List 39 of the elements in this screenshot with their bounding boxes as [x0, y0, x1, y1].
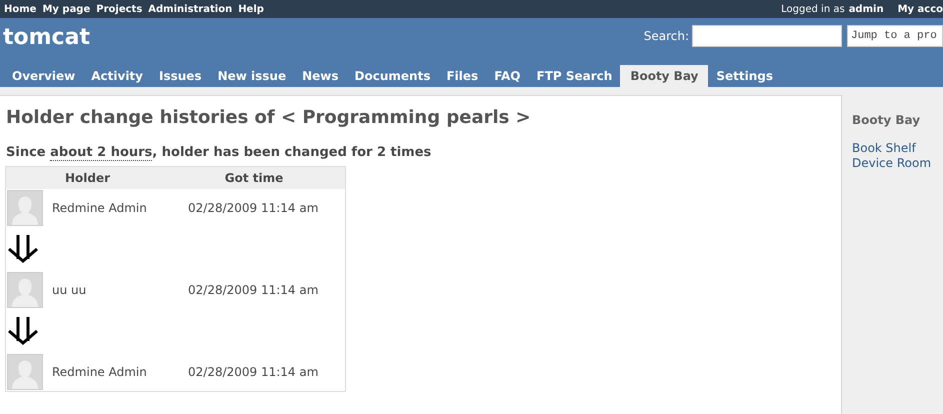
- top-menu-link[interactable]: Home: [4, 2, 36, 16]
- tab[interactable]: Overview: [4, 65, 84, 87]
- tab[interactable]: FAQ: [486, 65, 528, 87]
- double-down-arrow-icon: [7, 317, 39, 345]
- tab[interactable]: New issue: [210, 65, 294, 87]
- got-time: 02/28/2009 11:14 am: [188, 364, 318, 381]
- top-menu-link[interactable]: Help: [238, 2, 264, 16]
- tab[interactable]: News: [294, 65, 347, 87]
- got-time: 02/28/2009 11:14 am: [188, 200, 318, 217]
- got-time: 02/28/2009 11:14 am: [188, 282, 318, 299]
- top-menu-link[interactable]: Projects: [96, 2, 142, 16]
- tab[interactable]: Settings: [708, 65, 782, 87]
- user-link[interactable]: admin: [848, 2, 884, 16]
- top-menu-link[interactable]: Administration: [148, 2, 232, 16]
- sidebar-heading: Booty Bay: [852, 112, 922, 129]
- project-select[interactable]: Jump to a pro: [847, 25, 943, 47]
- holder-name: Redmine Admin: [52, 364, 148, 381]
- tab[interactable]: Documents: [346, 65, 438, 87]
- top-menu-link[interactable]: My page: [42, 2, 90, 16]
- tab[interactable]: Issues: [151, 65, 210, 87]
- time-link[interactable]: about 2 hours: [50, 145, 152, 161]
- tab[interactable]: Booty Bay: [620, 65, 708, 87]
- holder-name: Redmine Admin: [52, 200, 148, 217]
- summary-text: Since about 2 hours, holder has been changed for 2 times: [6, 144, 432, 162]
- search-field[interactable]: [692, 25, 842, 47]
- page-heading: Holder change histories of < Programming pearls >: [6, 106, 532, 130]
- tab[interactable]: FTP Search: [528, 65, 620, 87]
- project-title: tomcat: [3, 24, 90, 52]
- tab[interactable]: Activity: [83, 65, 151, 87]
- search-label: Search:: [644, 28, 689, 45]
- sidebar-link[interactable]: Device Room: [852, 156, 932, 171]
- login-status: Logged in as: [781, 2, 845, 16]
- holder-name: uu uu: [52, 282, 88, 299]
- double-down-arrow-icon: [7, 235, 39, 263]
- my-account-link[interactable]: My acco: [898, 2, 943, 16]
- column-header: Got time: [224, 170, 284, 187]
- column-header: Holder: [64, 170, 112, 187]
- tab[interactable]: Files: [438, 65, 486, 87]
- sidebar-link[interactable]: Book Shelf: [852, 141, 932, 156]
